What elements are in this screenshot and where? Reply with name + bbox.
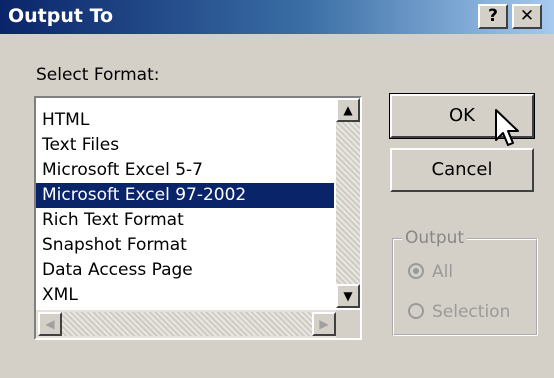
output-groupbox: Output All Selection (392, 228, 538, 336)
format-list-item[interactable]: Text Files (36, 133, 334, 158)
format-list-item[interactable]: HTML (36, 108, 334, 133)
scroll-up-icon[interactable]: ▲ (336, 98, 360, 122)
radio-selection-label: Selection (432, 302, 511, 322)
scrollbar-corner (336, 310, 360, 338)
radio-selection[interactable]: Selection (408, 302, 510, 322)
horizontal-scrollbar[interactable]: ◀ ▶ (36, 310, 336, 338)
format-list-item[interactable]: Microsoft Excel 97-2002 (36, 183, 334, 208)
output-group-title: Output (402, 228, 468, 248)
format-list-item[interactable]: XML (36, 283, 334, 308)
format-listbox[interactable]: HTML Text Files Microsoft Excel 5-7 Microso… (34, 96, 362, 340)
scroll-left-icon[interactable]: ◀ (38, 312, 62, 336)
radio-all-label: All (432, 262, 454, 282)
format-list-item[interactable]: Microsoft Excel 5-7 (36, 158, 334, 183)
output-to-dialog: Output To ? ✕ Select Format: HTML Text Fi… (0, 0, 554, 378)
close-button[interactable]: ✕ (512, 4, 542, 29)
select-format-label: Select Format: (36, 65, 160, 85)
window-title: Output To (8, 5, 114, 27)
radio-selected-icon (408, 263, 424, 279)
help-button[interactable]: ? (478, 4, 508, 29)
format-list-item[interactable]: Rich Text Format (36, 208, 334, 233)
format-list-items: HTML Text Files Microsoft Excel 5-7 Microso… (36, 108, 334, 308)
format-list-item[interactable]: Snapshot Format (36, 233, 334, 258)
vertical-scroll-track[interactable] (336, 122, 360, 284)
title-bar: Output To ? ✕ (0, 0, 554, 34)
radio-all[interactable]: All (408, 262, 453, 282)
radio-unselected-icon (408, 303, 424, 319)
horizontal-scroll-track[interactable] (62, 312, 312, 336)
format-list-item[interactable]: Data Access Page (36, 258, 334, 283)
cancel-button[interactable]: Cancel (390, 148, 534, 192)
pointer-cursor-icon (495, 109, 519, 146)
vertical-scrollbar[interactable]: ▲ ▼ (336, 98, 360, 308)
scroll-right-icon[interactable]: ▶ (312, 312, 336, 336)
scroll-down-icon[interactable]: ▼ (336, 284, 360, 308)
